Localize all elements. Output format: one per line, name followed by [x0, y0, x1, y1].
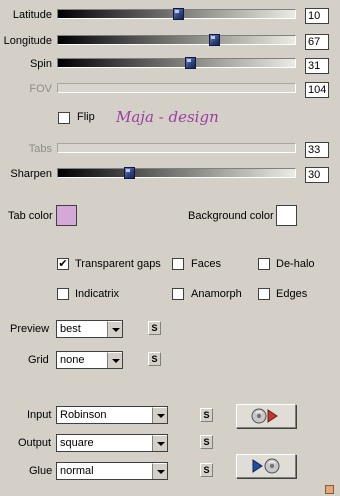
transparent-gaps-checkbox[interactable]: ✔: [57, 258, 69, 270]
fov-slider: [57, 83, 296, 93]
tab-color-swatch[interactable]: [56, 205, 77, 226]
faces-label: Faces: [191, 258, 221, 270]
chevron-down-icon[interactable]: [152, 407, 167, 423]
disc-play-button[interactable]: [236, 404, 296, 428]
glue-label: Glue: [29, 465, 53, 477]
preview-label: Preview: [10, 323, 50, 335]
anamorph-checkbox[interactable]: [172, 288, 184, 300]
longitude-value[interactable]: 67: [305, 34, 329, 50]
background-color-label: Background color: [188, 210, 274, 222]
grid-s-button[interactable]: S: [148, 352, 161, 366]
preview-select-value: best: [60, 323, 81, 335]
flip-checkbox[interactable]: [58, 112, 70, 124]
chevron-down-icon[interactable]: [152, 463, 167, 479]
edges-label: Edges: [276, 288, 308, 300]
input-s-button[interactable]: S: [200, 408, 213, 422]
tab-color-label: Tab color: [8, 210, 53, 222]
output-select-value: square: [60, 437, 94, 449]
fov-label: FOV: [29, 83, 52, 95]
indicatrix-label: Indicatrix: [75, 288, 120, 300]
input-label: Input: [27, 409, 52, 421]
sharpen-value[interactable]: 30: [305, 167, 329, 183]
grid-label: Grid: [28, 354, 49, 366]
output-select[interactable]: square: [56, 434, 168, 452]
faces-checkbox[interactable]: [172, 258, 184, 270]
longitude-slider-thumb[interactable]: [209, 34, 220, 46]
input-select-value: Robinson: [60, 409, 107, 421]
chevron-down-icon[interactable]: [152, 435, 167, 451]
play-disc-icon: [252, 458, 280, 474]
grid-select-value: none: [60, 354, 85, 366]
disc-play-icon: [251, 408, 278, 424]
output-s-button[interactable]: S: [200, 435, 213, 449]
preview-s-button[interactable]: S: [148, 321, 161, 335]
de-halo-checkbox[interactable]: [258, 258, 270, 270]
tabs-label: Tabs: [28, 143, 52, 155]
grid-select[interactable]: none: [56, 351, 123, 369]
tabs-slider: [57, 143, 296, 153]
fov-value: 104: [305, 82, 329, 98]
sharpen-slider[interactable]: [57, 167, 296, 179]
longitude-label: Longitude: [3, 35, 52, 47]
output-label: Output: [18, 437, 52, 449]
preview-select[interactable]: best: [56, 320, 123, 338]
glue-select[interactable]: normal: [56, 462, 168, 480]
anamorph-label: Anamorph: [191, 288, 242, 300]
transparent-gaps-label: Transparent gaps: [75, 258, 161, 270]
sharpen-label: Sharpen: [10, 168, 52, 180]
glue-s-button[interactable]: S: [200, 463, 213, 477]
sharpen-slider-thumb[interactable]: [124, 167, 135, 179]
chevron-down-icon[interactable]: [107, 321, 122, 337]
longitude-slider[interactable]: [57, 34, 296, 46]
play-disc-button[interactable]: [236, 454, 296, 478]
latitude-label: Latitude: [12, 9, 52, 21]
latitude-value[interactable]: 10: [305, 8, 329, 24]
spin-value[interactable]: 31: [305, 58, 329, 74]
spin-label: Spin: [29, 58, 52, 70]
tabs-value[interactable]: 33: [305, 142, 329, 158]
chevron-down-icon[interactable]: [107, 352, 122, 368]
spin-slider-thumb[interactable]: [185, 57, 196, 69]
input-select[interactable]: Robinson: [56, 406, 168, 424]
latitude-slider-thumb[interactable]: [173, 8, 184, 20]
latitude-slider[interactable]: [57, 8, 296, 20]
glue-select-value: normal: [60, 465, 94, 477]
spin-slider[interactable]: [57, 57, 296, 69]
de-halo-label: De-halo: [276, 258, 315, 270]
flip-label: Flip: [77, 111, 95, 123]
maja-design-watermark: Maja - design: [116, 108, 219, 126]
edges-checkbox[interactable]: [258, 288, 270, 300]
background-color-swatch[interactable]: [276, 205, 297, 226]
resize-grip-icon[interactable]: [325, 485, 334, 494]
indicatrix-checkbox[interactable]: [57, 288, 69, 300]
transparent-gaps-check-mark: ✔: [58, 258, 68, 270]
